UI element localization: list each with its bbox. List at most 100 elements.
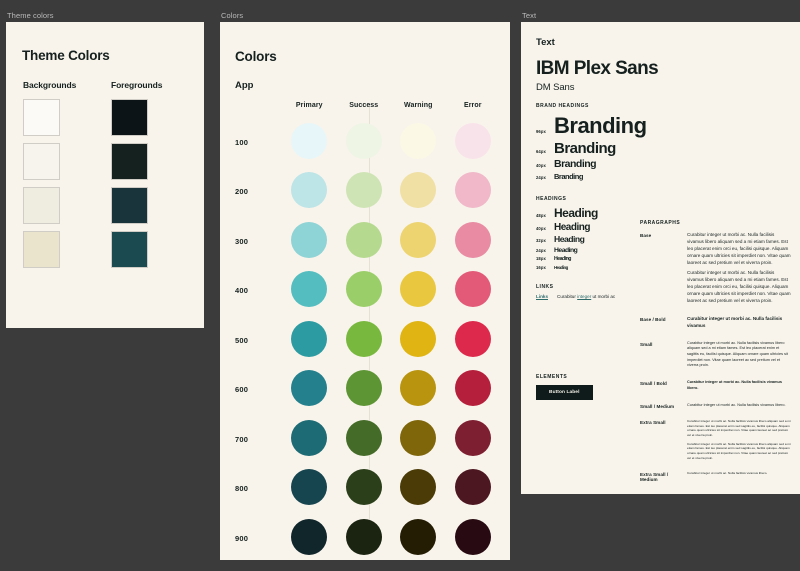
color-swatch-success-500[interactable]: [345, 320, 382, 357]
swatch-fg-0[interactable]: [111, 99, 148, 136]
brand-heading-size-label: 96px: [536, 129, 546, 134]
colors-cell: [282, 469, 337, 506]
links-sentence: Curabitur integer ut morbi ac: [557, 294, 615, 299]
button-label-button[interactable]: Button Label: [536, 385, 593, 401]
primary-font-name: IBM Plex Sans: [536, 58, 659, 79]
paragraph-text: Curabitur integer ut morbi ac. Nulla fac…: [687, 402, 786, 407]
colors-row-label-cell: 900: [235, 528, 282, 546]
color-swatch-primary-400[interactable]: [291, 271, 328, 308]
frame-colors[interactable]: Colors Colors App Primary Success Warning E…: [220, 11, 510, 560]
swatch-fg-1[interactable]: [111, 143, 148, 180]
color-swatch-error-600[interactable]: [454, 370, 491, 407]
color-swatch-success-300[interactable]: [345, 221, 382, 258]
colors-row-label-cell: 200: [235, 181, 282, 199]
links-sentence-before: Curabitur: [557, 294, 578, 300]
frame-label-theme-colors[interactable]: Theme colors: [7, 11, 54, 20]
colors-cell: [282, 221, 337, 258]
color-swatch-error-100[interactable]: [454, 122, 491, 159]
color-swatch-success-900[interactable]: [345, 518, 382, 555]
color-swatch-success-400[interactable]: [345, 271, 382, 308]
colors-row-label-cell: 500: [235, 330, 282, 348]
heading-sample: Heading: [554, 246, 578, 254]
links-row: Links Curabitur integer ut morbi ac: [536, 294, 641, 299]
colors-row-label: 500: [235, 335, 249, 345]
color-swatch-error-300[interactable]: [454, 221, 491, 258]
color-swatch-primary-900[interactable]: [291, 518, 328, 555]
colors-row-label: 300: [235, 236, 249, 246]
colors-cell: [446, 518, 501, 555]
color-swatch-primary-300[interactable]: [291, 221, 328, 258]
colors-cell: [446, 122, 501, 159]
colors-column-header-label: Primary: [295, 101, 323, 109]
frame-text[interactable]: Text Text IBM Plex Sans DM Sans BRAND HE…: [521, 11, 800, 494]
color-swatch-success-600[interactable]: [345, 370, 382, 407]
colors-row-label: 400: [235, 286, 249, 296]
color-swatch-primary-100[interactable]: [291, 122, 328, 159]
color-swatch-success-100[interactable]: [345, 122, 382, 159]
paragraph-label: Base / Bold: [640, 316, 666, 322]
color-swatch-warning-600[interactable]: [400, 370, 437, 407]
frame-theme-colors[interactable]: Theme colors Theme Colors Backgrounds Fo…: [6, 11, 204, 328]
color-swatch-error-900[interactable]: [454, 518, 491, 555]
color-swatch-primary-700[interactable]: [291, 419, 328, 456]
paragraph-label: Extra Small: [640, 420, 666, 426]
paragraph-text: Curabitur integer ut morbi ac. Nulla fac…: [687, 232, 791, 265]
paragraph-text: Curabitur integer ut morbi ac. Nulla fac…: [687, 471, 768, 476]
colors-cell: [391, 370, 446, 407]
color-swatch-success-800[interactable]: [345, 469, 382, 506]
theme-colors-title: Theme Colors: [22, 48, 110, 63]
color-swatch-warning-200[interactable]: [400, 172, 437, 209]
swatch-bg-2[interactable]: [23, 187, 60, 224]
color-swatch-warning-100[interactable]: [400, 122, 437, 159]
swatch-fg-2[interactable]: [111, 187, 148, 224]
frame-label-colors[interactable]: Colors: [221, 11, 243, 20]
color-swatch-primary-500[interactable]: [291, 320, 328, 357]
inline-link[interactable]: integer: [577, 294, 591, 299]
colors-row-label-cell: 100: [235, 132, 282, 150]
heading-row-0: 48px Heading: [536, 205, 641, 220]
color-swatch-warning-700[interactable]: [400, 419, 437, 456]
color-swatch-error-500[interactable]: [454, 320, 491, 357]
color-swatch-primary-600[interactable]: [291, 370, 328, 407]
swatch-fg-3[interactable]: [111, 231, 148, 268]
heading-sample: Heading: [554, 205, 598, 220]
color-swatch-warning-800[interactable]: [400, 469, 437, 506]
color-swatch-error-400[interactable]: [454, 271, 491, 308]
color-swatch-success-200[interactable]: [345, 172, 382, 209]
colors-row-500: 500: [235, 314, 500, 364]
color-swatch-error-200[interactable]: [454, 172, 491, 209]
colors-column-header-warning: Warning: [391, 102, 446, 109]
frame-label-text[interactable]: Text: [522, 11, 536, 20]
colors-column-header-label: Success: [349, 101, 379, 109]
color-swatch-warning-900[interactable]: [400, 518, 437, 555]
swatch-bg-3[interactable]: [23, 231, 60, 268]
section-label-headings: HEADINGS: [536, 195, 567, 202]
color-swatch-warning-500[interactable]: [400, 320, 437, 357]
swatch-bg-0[interactable]: [23, 99, 60, 136]
heading-row-1: 40px Heading: [536, 222, 641, 233]
brand-heading-row-1: 64px Branding: [536, 140, 641, 158]
links-label-link[interactable]: Links: [536, 294, 548, 299]
colors-palette-grid: Primary Success Warning Error 100 200 300 400 50…: [235, 94, 500, 560]
colors-subtitle: App: [235, 80, 254, 91]
colors-cell: [282, 172, 337, 209]
colors-row-label: 100: [235, 137, 249, 147]
foregrounds-swatch-list: [111, 99, 162, 268]
paragraph-label: Small: [640, 341, 653, 347]
paragraph-body: Curabitur integer ut morbi ac. Nulla fac…: [687, 232, 792, 309]
paragraph-row-5: Extra Small Curabitur integer ut morbi ac…: [640, 419, 792, 464]
brand-heading-size-label: 24px: [536, 175, 546, 181]
color-swatch-error-800[interactable]: [454, 469, 491, 506]
backgrounds-heading: Backgrounds: [23, 80, 77, 90]
swatch-bg-1[interactable]: [23, 143, 60, 180]
color-swatch-success-700[interactable]: [345, 419, 382, 456]
color-swatch-warning-400[interactable]: [400, 271, 437, 308]
colors-cell: [446, 320, 501, 357]
colors-row-label: 700: [235, 434, 249, 444]
color-swatch-primary-800[interactable]: [291, 469, 328, 506]
color-swatch-warning-300[interactable]: [400, 221, 437, 258]
colors-cell: [391, 122, 446, 159]
color-swatch-primary-200[interactable]: [291, 172, 328, 209]
colors-cell: [391, 271, 446, 308]
color-swatch-error-700[interactable]: [454, 419, 491, 456]
